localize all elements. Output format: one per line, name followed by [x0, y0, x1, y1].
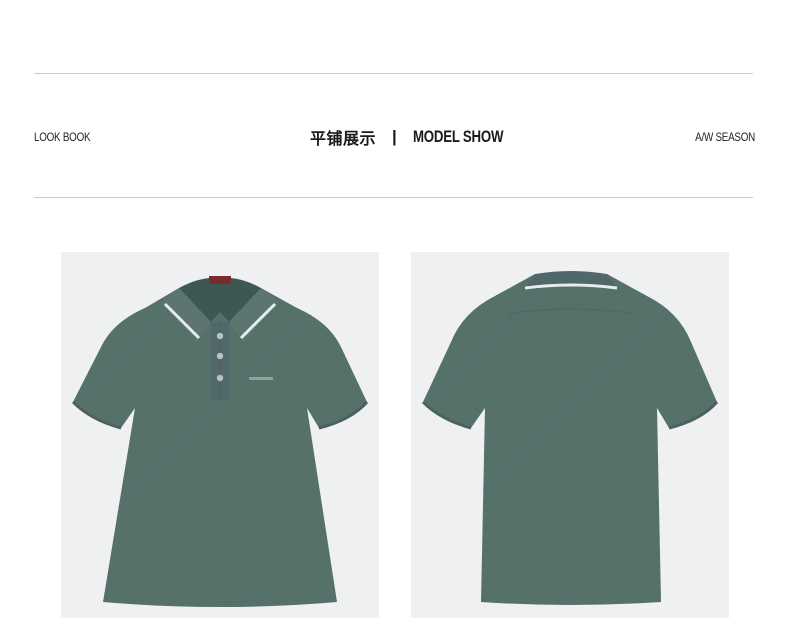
- season-label: A/W SEASON: [695, 130, 755, 144]
- polo-front-image: [61, 252, 379, 618]
- polo-back-illustration: [421, 271, 719, 605]
- polo-front-illustration: [71, 276, 369, 607]
- look-book-label: LOOK BOOK: [34, 130, 91, 144]
- bottom-divider: [34, 197, 753, 198]
- title-chinese: 平铺展示: [310, 129, 377, 148]
- top-divider: [34, 73, 753, 74]
- title-english: MODEL SHOW: [412, 127, 504, 146]
- section-header: LOOK BOOK 平铺展示 | MODEL SHOW A/W SEASON: [34, 124, 755, 150]
- section-title: 平铺展示 | MODEL SHOW: [310, 124, 528, 150]
- title-separator: |: [392, 127, 397, 146]
- polo-back-image: [411, 252, 729, 618]
